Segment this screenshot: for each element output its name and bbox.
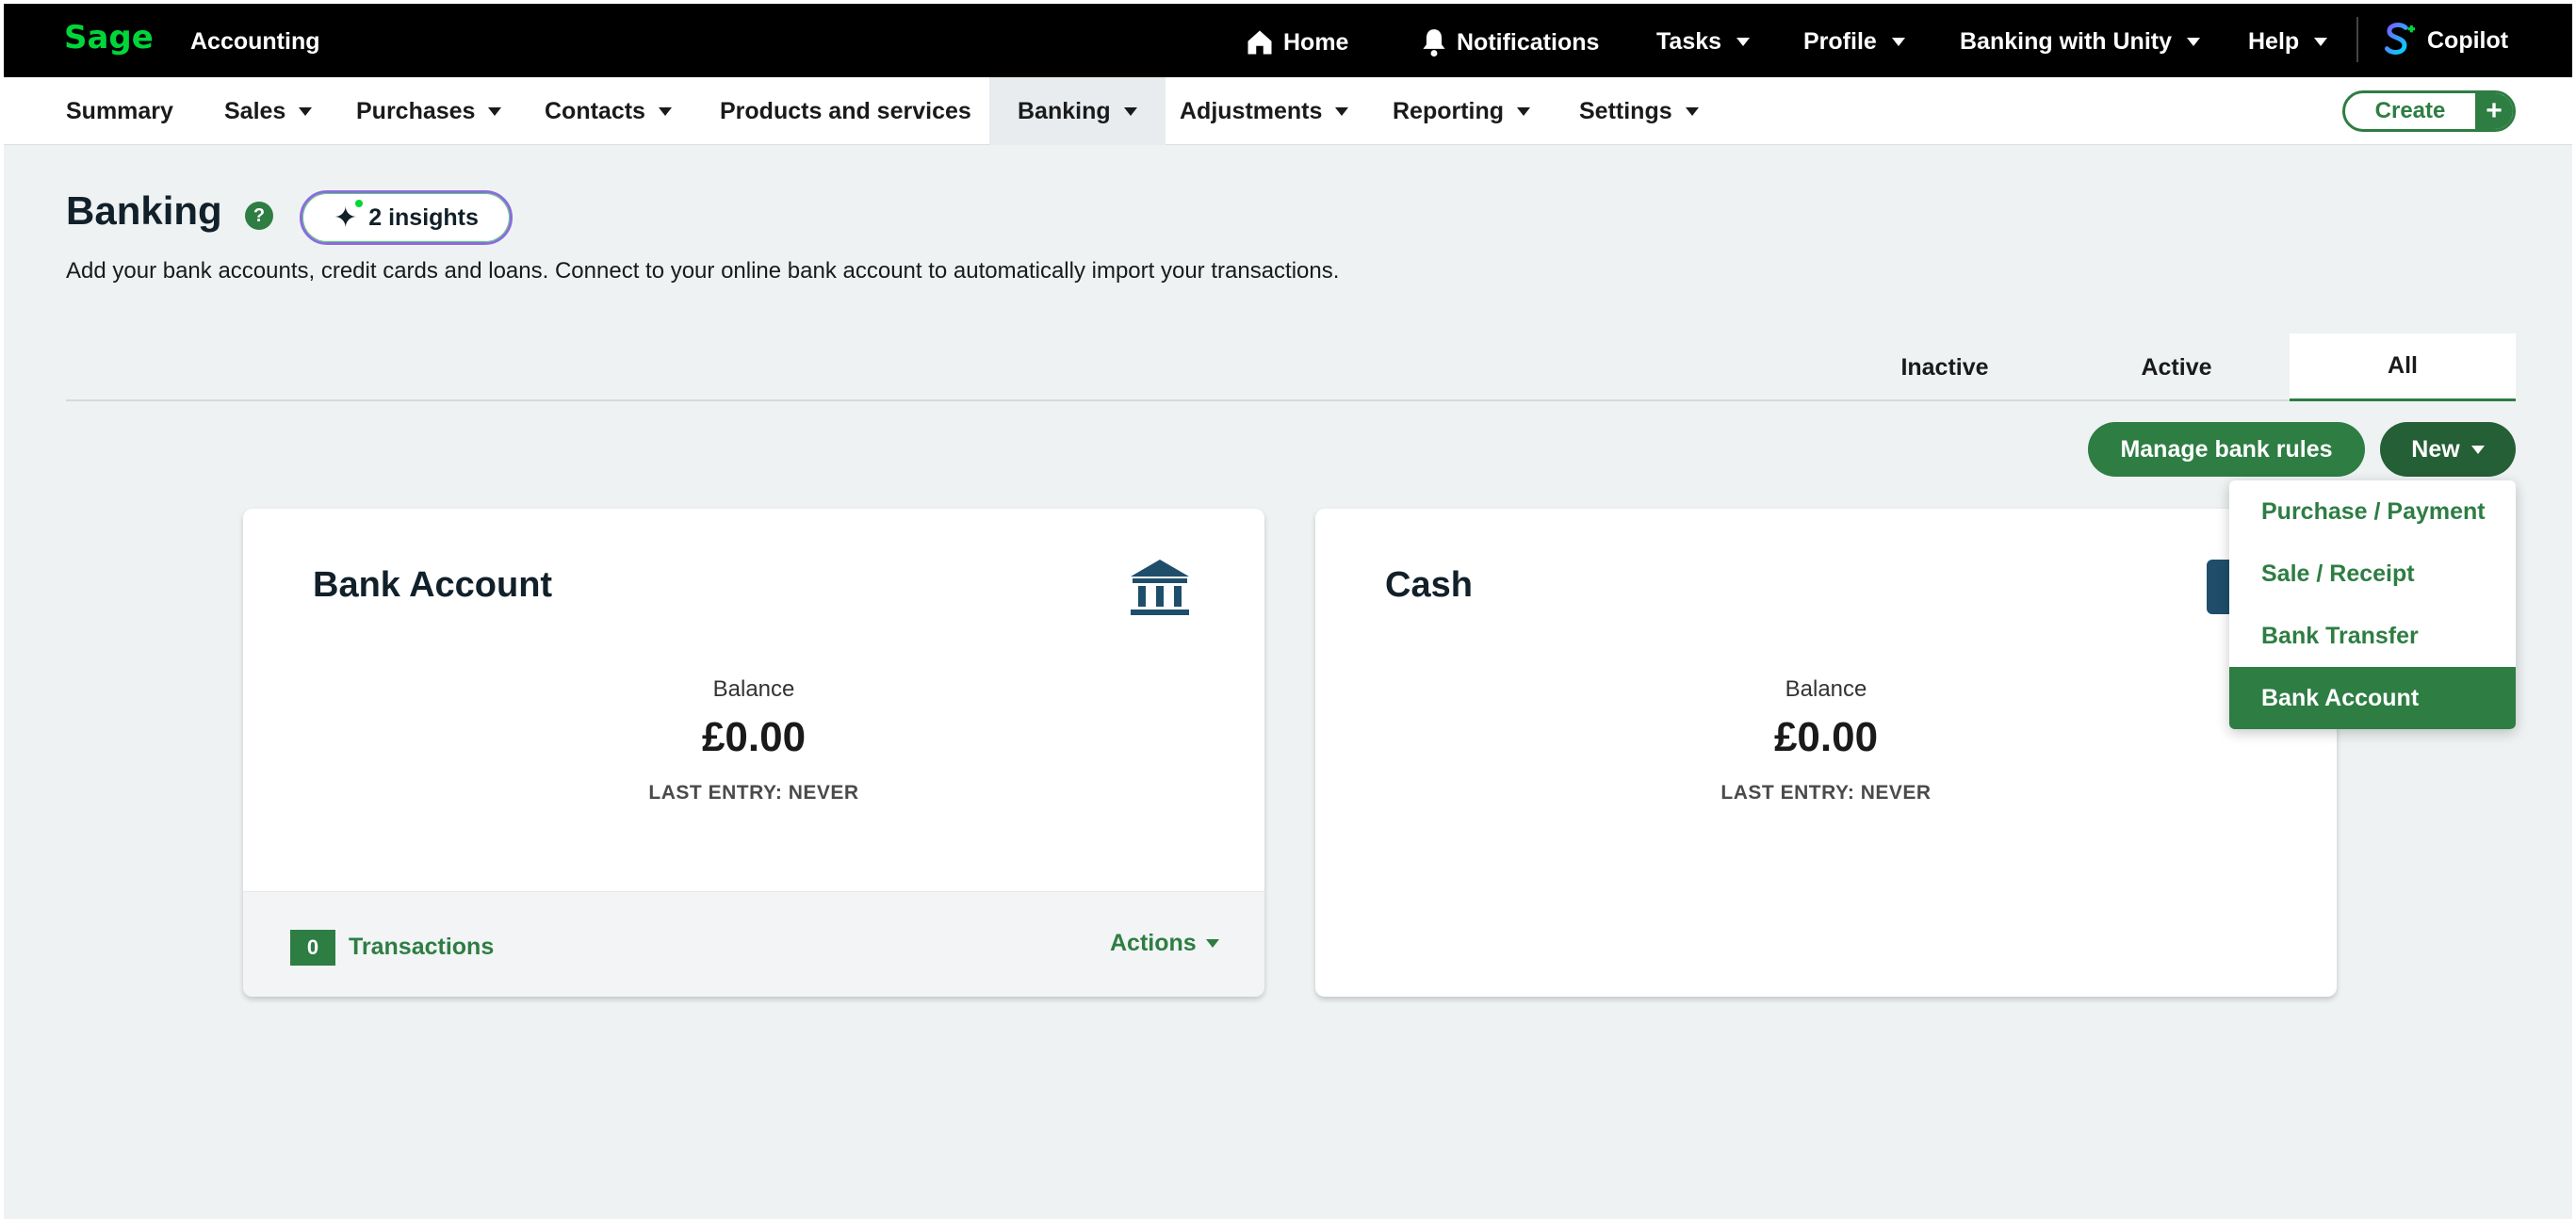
new-dropdown-menu: Purchase / Payment Sale / Receipt Bank T… <box>2229 480 2516 729</box>
chevron-down-icon <box>2314 38 2328 46</box>
bank-icon <box>1129 558 1191 621</box>
sage-logo[interactable]: Sage <box>64 19 154 57</box>
sparkle-icon: ✦ <box>334 199 364 235</box>
page-description: Add your bank accounts, credit cards and… <box>66 258 1340 284</box>
app-name: Accounting <box>190 28 320 55</box>
menu-item-label: Bank Transfer <box>2261 622 2419 649</box>
nav-label: Products and services <box>720 97 971 124</box>
nav-reporting[interactable]: Reporting <box>1393 77 1531 145</box>
menu-item-label: Sale / Receipt <box>2261 560 2415 587</box>
chevron-down-icon <box>1685 106 1699 116</box>
manage-bank-rules-label: Manage bank rules <box>2120 435 2333 463</box>
balance-value: £0.00 <box>701 714 807 760</box>
copilot-label: Copilot <box>2427 26 2509 54</box>
tab-label: All <box>2388 352 2418 379</box>
nav-banking[interactable]: Banking <box>989 77 1166 145</box>
notifications-label: Notifications <box>1457 28 1600 56</box>
tasks-menu[interactable]: Tasks <box>1656 28 1751 56</box>
nav-label: Contacts <box>545 97 645 124</box>
main-nav: Summary Sales Purchases Contacts Product… <box>4 77 2572 145</box>
page-title: Banking <box>66 188 222 233</box>
last-entry: LAST ENTRY: NEVER <box>648 782 859 804</box>
nav-summary[interactable]: Summary <box>66 77 173 145</box>
tab-label: Inactive <box>1900 353 1989 381</box>
nav-products-and-services[interactable]: Products and services <box>720 77 971 145</box>
chevron-down-icon <box>2470 445 2485 454</box>
card-title: Cash <box>1385 565 1473 605</box>
chevron-down-icon <box>1736 38 1751 46</box>
chevron-down-icon <box>1205 939 1219 948</box>
balance-label: Balance <box>1785 676 1867 702</box>
nav-label: Purchases <box>356 97 476 124</box>
home-link[interactable]: Home <box>1246 28 1348 57</box>
bell-icon <box>1423 29 1445 57</box>
tasks-label: Tasks <box>1656 28 1722 55</box>
menu-item-bank-transfer[interactable]: Bank Transfer <box>2229 605 2516 667</box>
new-label: New <box>2411 435 2460 463</box>
manage-bank-rules-button[interactable]: Manage bank rules <box>2088 422 2365 477</box>
menu-item-label: Purchase / Payment <box>2261 497 2486 525</box>
app-window: Sage Accounting Home Notifications Tasks… <box>4 4 2572 1219</box>
chevron-down-icon <box>1891 38 1905 46</box>
insights-button[interactable]: ✦ 2 insights <box>300 190 513 245</box>
create-button[interactable]: Create + <box>2342 90 2516 132</box>
chevron-down-icon <box>299 106 313 116</box>
insights-label: 2 insights <box>368 203 479 231</box>
divider <box>2356 17 2358 62</box>
tab-active[interactable]: Active <box>2082 333 2271 401</box>
nav-settings[interactable]: Settings <box>1579 77 1699 145</box>
plus-icon: + <box>2475 93 2513 129</box>
menu-item-label: Bank Account <box>2261 684 2420 711</box>
nav-label: Settings <box>1579 97 1672 124</box>
help-menu[interactable]: Help <box>2248 28 2328 56</box>
nav-label: Banking <box>1018 97 1111 124</box>
nav-label: Adjustments <box>1180 97 1323 124</box>
business-label: Banking with Unity <box>1960 28 2172 55</box>
create-label: Create <box>2374 98 2446 123</box>
last-entry: LAST ENTRY: NEVER <box>1720 782 1932 804</box>
chevron-down-icon <box>488 106 502 116</box>
nav-purchases[interactable]: Purchases <box>356 77 502 145</box>
card-footer: 0 Transactions Actions <box>243 891 1264 997</box>
tab-inactive[interactable]: Inactive <box>1850 333 2039 401</box>
menu-item-sale-receipt[interactable]: Sale / Receipt <box>2229 543 2516 605</box>
chevron-down-icon <box>1517 106 1531 116</box>
chevron-down-icon <box>1123 106 1137 116</box>
cash-card[interactable]: Cash Balance £0.00 LAST ENTRY: NEVER <box>1315 509 2337 997</box>
actions-menu[interactable]: Actions <box>1110 930 1219 957</box>
home-icon <box>1247 30 1272 55</box>
nav-adjustments[interactable]: Adjustments <box>1180 77 1349 145</box>
nav-sales[interactable]: Sales <box>224 77 313 145</box>
transactions-count-badge: 0 <box>290 930 335 966</box>
nav-label: Reporting <box>1393 97 1505 124</box>
chevron-down-icon <box>658 106 672 116</box>
balance-value: £0.00 <box>1773 714 1879 760</box>
home-label: Home <box>1283 28 1349 56</box>
actions-label: Actions <box>1110 930 1197 956</box>
tab-all[interactable]: All <box>2290 333 2516 401</box>
bank-account-card[interactable]: Bank Account Balance £0.00 LAST ENTRY: N… <box>243 509 1264 997</box>
profile-menu[interactable]: Profile <box>1803 28 1905 56</box>
help-icon[interactable]: ? <box>245 202 273 230</box>
nav-label: Sales <box>224 97 286 124</box>
menu-item-purchase-payment[interactable]: Purchase / Payment <box>2229 480 2516 543</box>
menu-item-bank-account[interactable]: Bank Account <box>2229 667 2516 729</box>
nav-label: Summary <box>66 97 173 124</box>
copilot-icon <box>2384 22 2416 55</box>
chevron-down-icon <box>1335 106 1349 116</box>
help-label: Help <box>2248 28 2300 55</box>
nav-contacts[interactable]: Contacts <box>545 77 672 145</box>
profile-label: Profile <box>1803 28 1877 55</box>
balance-label: Balance <box>712 676 795 702</box>
business-menu[interactable]: Banking with Unity <box>1960 28 2200 56</box>
chevron-down-icon <box>2187 38 2200 46</box>
copilot-button[interactable]: Copilot <box>2382 21 2508 60</box>
new-button[interactable]: New <box>2380 422 2516 477</box>
card-title: Bank Account <box>313 565 553 605</box>
transactions-link[interactable]: Transactions <box>349 934 494 961</box>
tab-label: Active <box>2141 353 2212 381</box>
top-bar: Sage Accounting Home Notifications Tasks… <box>4 4 2572 77</box>
notifications-link[interactable]: Notifications <box>1421 28 1599 57</box>
